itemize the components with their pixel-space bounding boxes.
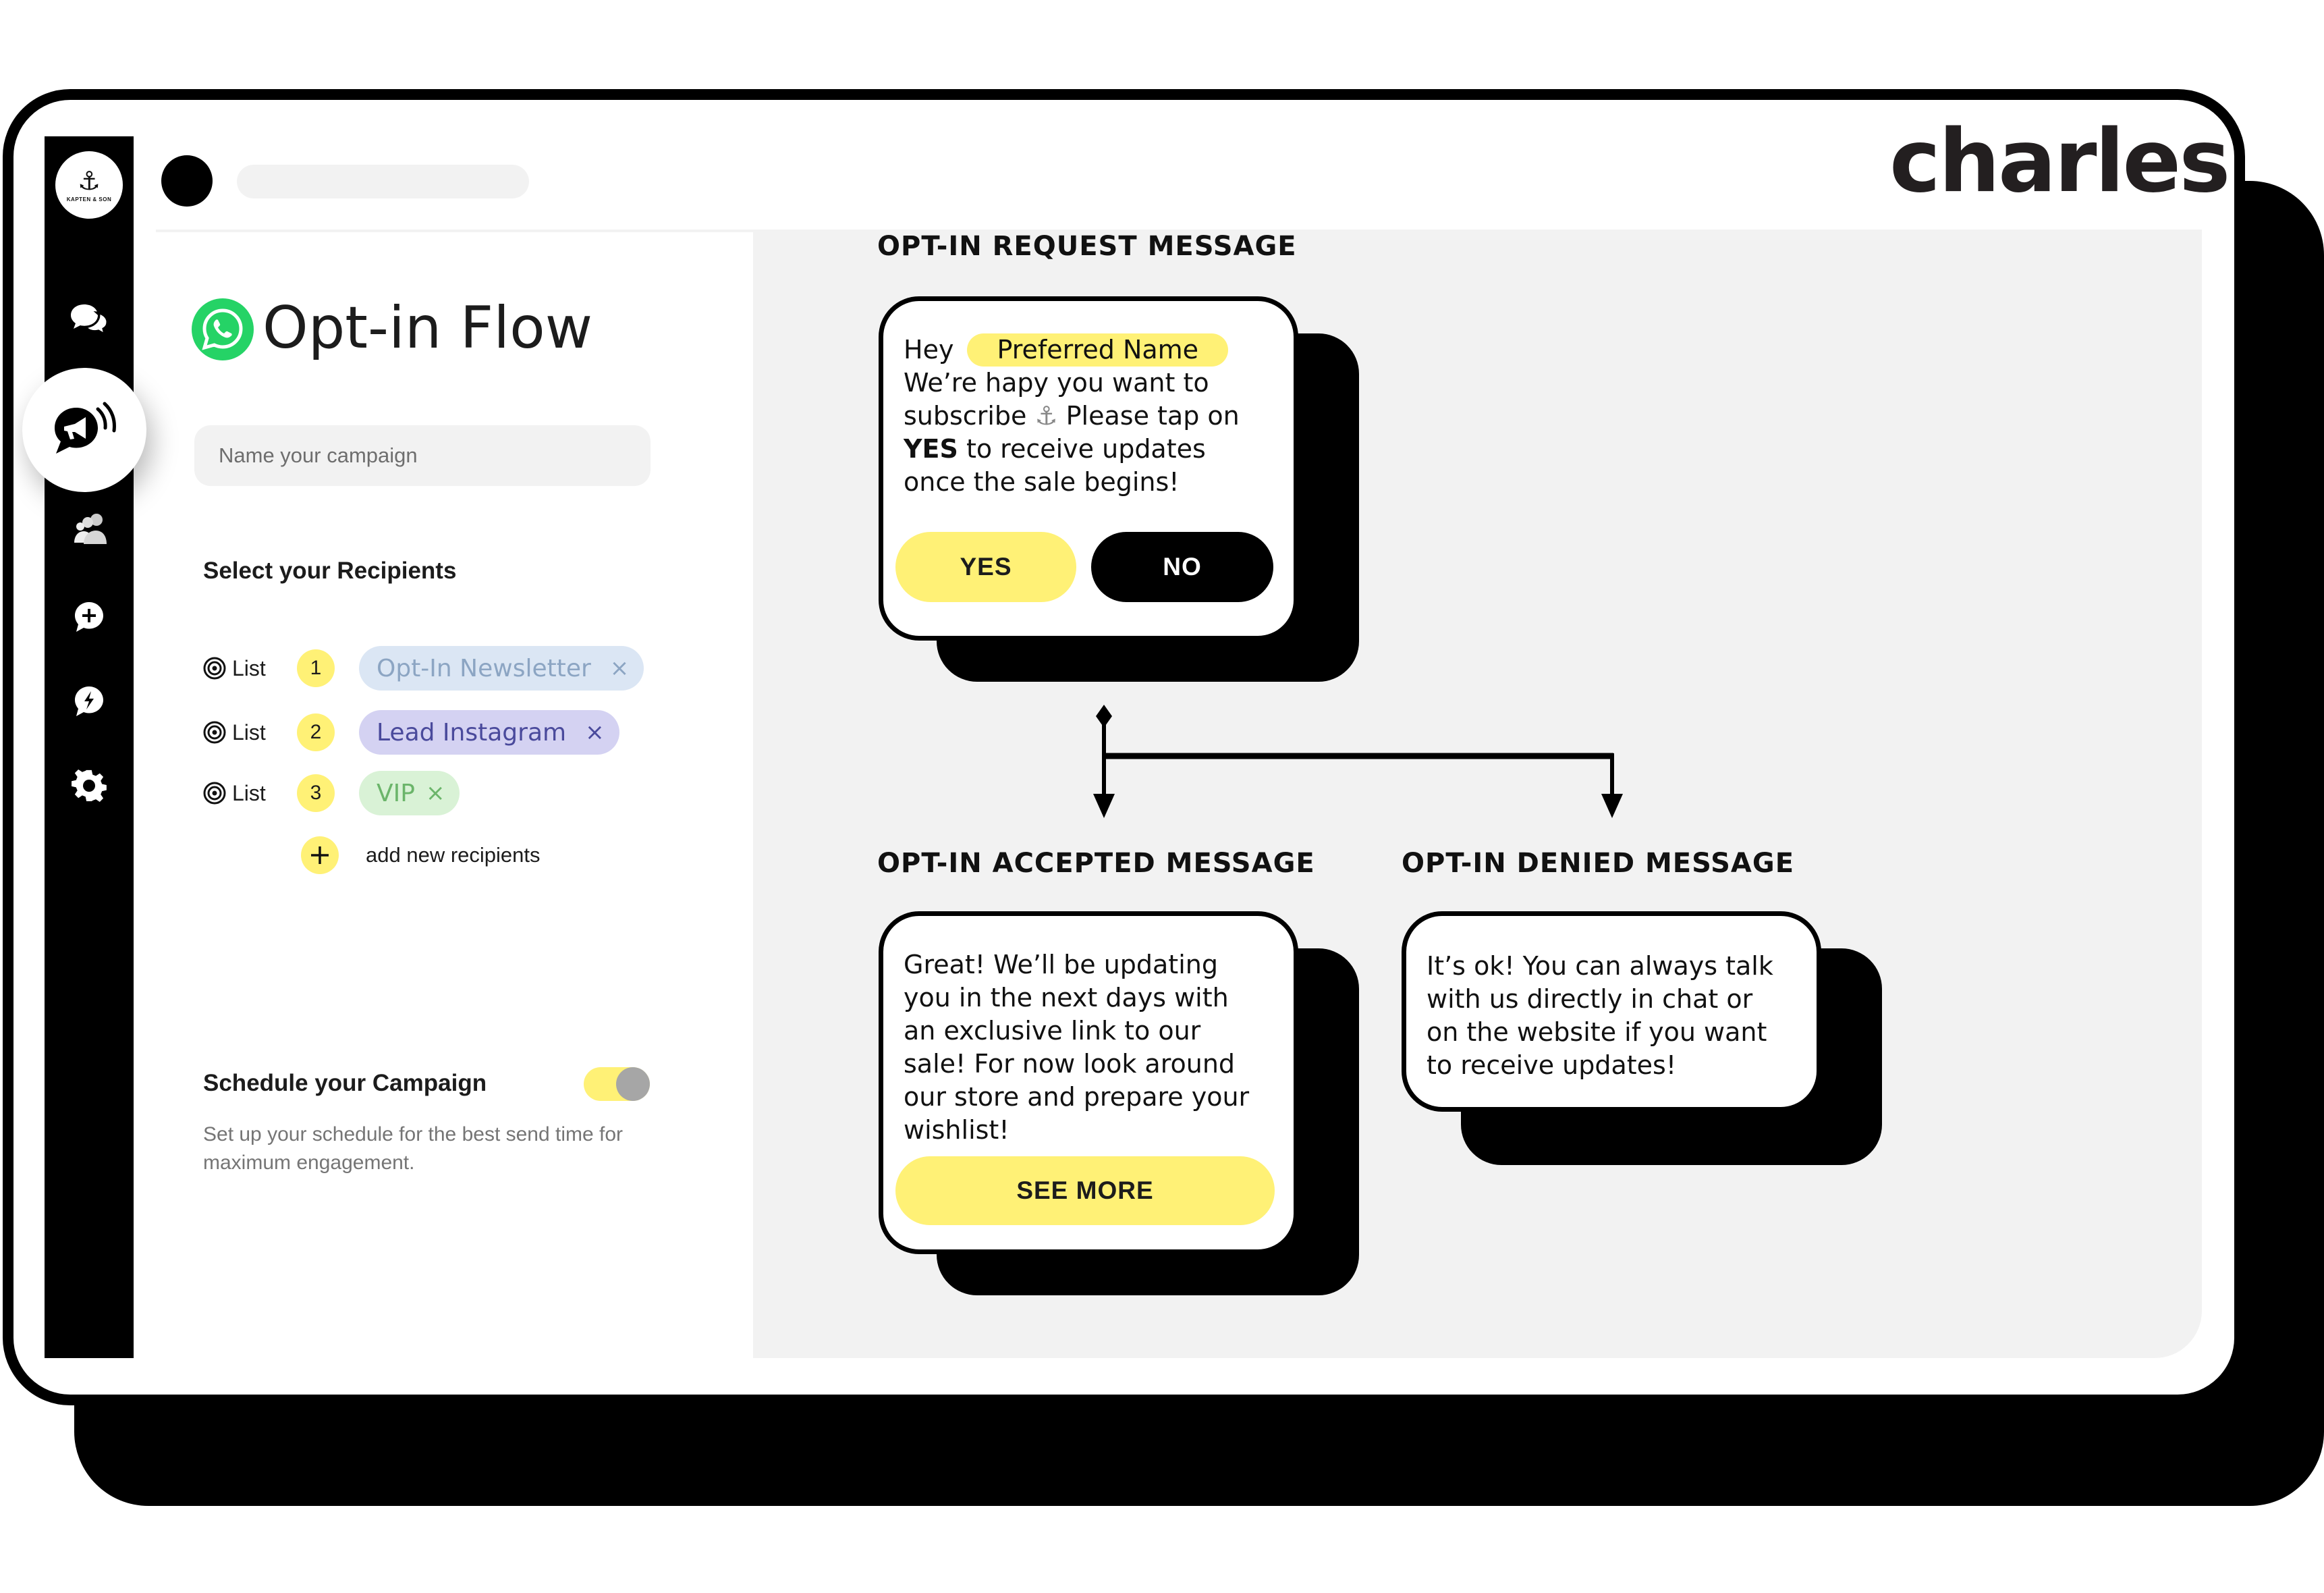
greeting-text: Hey xyxy=(904,335,954,364)
recipient-list-row: List 2 Lead Instagram × xyxy=(202,710,619,755)
list-label: List xyxy=(232,720,266,745)
account-avatar[interactable] xyxy=(161,155,213,207)
remove-chip-icon[interactable]: × xyxy=(585,719,605,746)
plus-icon xyxy=(311,846,329,864)
megaphone-icon xyxy=(55,402,116,454)
target-icon xyxy=(203,721,226,744)
sidebar-item-campaigns[interactable] xyxy=(22,368,146,492)
yes-bold-text: YES xyxy=(904,434,958,464)
gear-icon xyxy=(72,769,107,802)
list-label: List xyxy=(232,780,266,805)
message-line: on the website if you want xyxy=(1427,1017,1767,1047)
preferred-name-variable[interactable]: Preferred Name xyxy=(967,333,1229,367)
add-recipients-row[interactable]: add new recipients xyxy=(301,836,541,874)
anchor-emoji-icon: ⚓ xyxy=(1034,401,1058,431)
denied-message-bubble[interactable]: It’s ok! You can always talk with us dir… xyxy=(1402,911,1821,1112)
chat-plus-icon xyxy=(75,602,103,632)
add-recipients-button[interactable] xyxy=(301,836,339,874)
denied-message-label: OPT-IN DENIED MESSAGE xyxy=(1402,848,1795,879)
yes-button[interactable]: YES xyxy=(895,532,1076,602)
request-message-label: OPT-IN REQUEST MESSAGE xyxy=(877,231,1297,262)
campaign-name-input[interactable] xyxy=(194,425,651,486)
sidebar-item-conversations[interactable] xyxy=(67,298,111,342)
message-line: with us directly in chat or xyxy=(1427,984,1753,1014)
list-number-badge: 1 xyxy=(297,649,335,687)
message-line: to receive updates xyxy=(966,434,1206,464)
page-title: Opt-in Flow xyxy=(262,294,593,362)
accepted-message-label: OPT-IN ACCEPTED MESSAGE xyxy=(877,848,1315,879)
remove-chip-icon[interactable]: × xyxy=(426,780,445,807)
toggle-knob xyxy=(616,1067,650,1101)
brand-name: KAPTEN & SON xyxy=(66,196,112,202)
people-icon xyxy=(74,514,107,544)
recipient-chip[interactable]: VIP × xyxy=(359,771,460,815)
recipient-chip[interactable]: Opt-In Newsletter × xyxy=(359,646,644,691)
whatsapp-icon xyxy=(192,298,254,360)
schedule-title: Schedule your Campaign xyxy=(203,1070,487,1096)
sidebar-item-automations[interactable] xyxy=(67,680,111,723)
request-message-bubble[interactable]: Hey Preferred Name We’re hapy you want to… xyxy=(879,296,1298,641)
denied-message-text: It’s ok! You can always talk with us dir… xyxy=(1427,950,1811,1082)
message-line: once the sale begins! xyxy=(904,467,1180,497)
message-line: our store and prepare your xyxy=(904,1082,1250,1112)
message-line: to receive updates! xyxy=(1427,1050,1677,1080)
chat-lightning-icon xyxy=(75,686,103,716)
sidebar-item-new-message[interactable] xyxy=(67,595,111,639)
recipient-list-row: List 3 VIP × xyxy=(202,771,460,815)
message-line: It’s ok! You can always talk xyxy=(1427,951,1773,981)
list-number-badge: 3 xyxy=(297,774,335,812)
message-line: Great! We’ll be updating xyxy=(904,950,1218,979)
target-icon xyxy=(203,657,226,680)
chip-label: VIP xyxy=(377,779,415,807)
add-recipients-label: add new recipients xyxy=(366,843,541,867)
message-line: an exclusive link to our xyxy=(904,1016,1201,1046)
recipients-title: Select your Recipients xyxy=(203,558,457,584)
no-button[interactable]: NO xyxy=(1091,532,1273,602)
accepted-message-text: Great! We’ll be updating you in the next… xyxy=(904,948,1288,1147)
message-line: We’re hapy you want to xyxy=(904,368,1209,398)
chip-label: Opt-In Newsletter xyxy=(377,654,591,682)
chip-label: Lead Instagram xyxy=(377,718,567,747)
header-search-bar[interactable] xyxy=(237,165,529,198)
anchor-icon: ⚓ xyxy=(77,165,101,196)
recipient-list-row: List 1 Opt-In Newsletter × xyxy=(202,646,644,691)
chat-bubbles-icon xyxy=(71,304,109,336)
message-line: wishlist! xyxy=(904,1115,1009,1145)
recipient-chip[interactable]: Lead Instagram × xyxy=(359,710,619,755)
request-message-text: Hey Preferred Name We’re hapy you want to… xyxy=(904,333,1288,499)
message-line: sale! For now look around xyxy=(904,1049,1236,1079)
brand-logo[interactable]: ⚓ KAPTEN & SON xyxy=(55,151,123,219)
sidebar-item-settings[interactable] xyxy=(67,765,111,808)
list-number-badge: 2 xyxy=(297,713,335,751)
see-more-button[interactable]: SEE MORE xyxy=(895,1156,1275,1225)
message-line: subscribe xyxy=(904,401,1027,431)
list-label: List xyxy=(232,655,266,680)
target-icon xyxy=(203,782,226,805)
schedule-toggle[interactable] xyxy=(584,1067,650,1101)
message-line: you in the next days with xyxy=(904,983,1229,1013)
remove-chip-icon[interactable]: × xyxy=(610,655,630,682)
schedule-description: Set up your schedule for the best send t… xyxy=(203,1123,624,1174)
accepted-message-bubble[interactable]: Great! We’ll be updating you in the next… xyxy=(879,911,1298,1254)
sidebar-item-audiences[interactable] xyxy=(67,508,111,551)
message-line: Please tap on xyxy=(1066,401,1240,431)
charles-logo: charles xyxy=(1889,111,2230,212)
